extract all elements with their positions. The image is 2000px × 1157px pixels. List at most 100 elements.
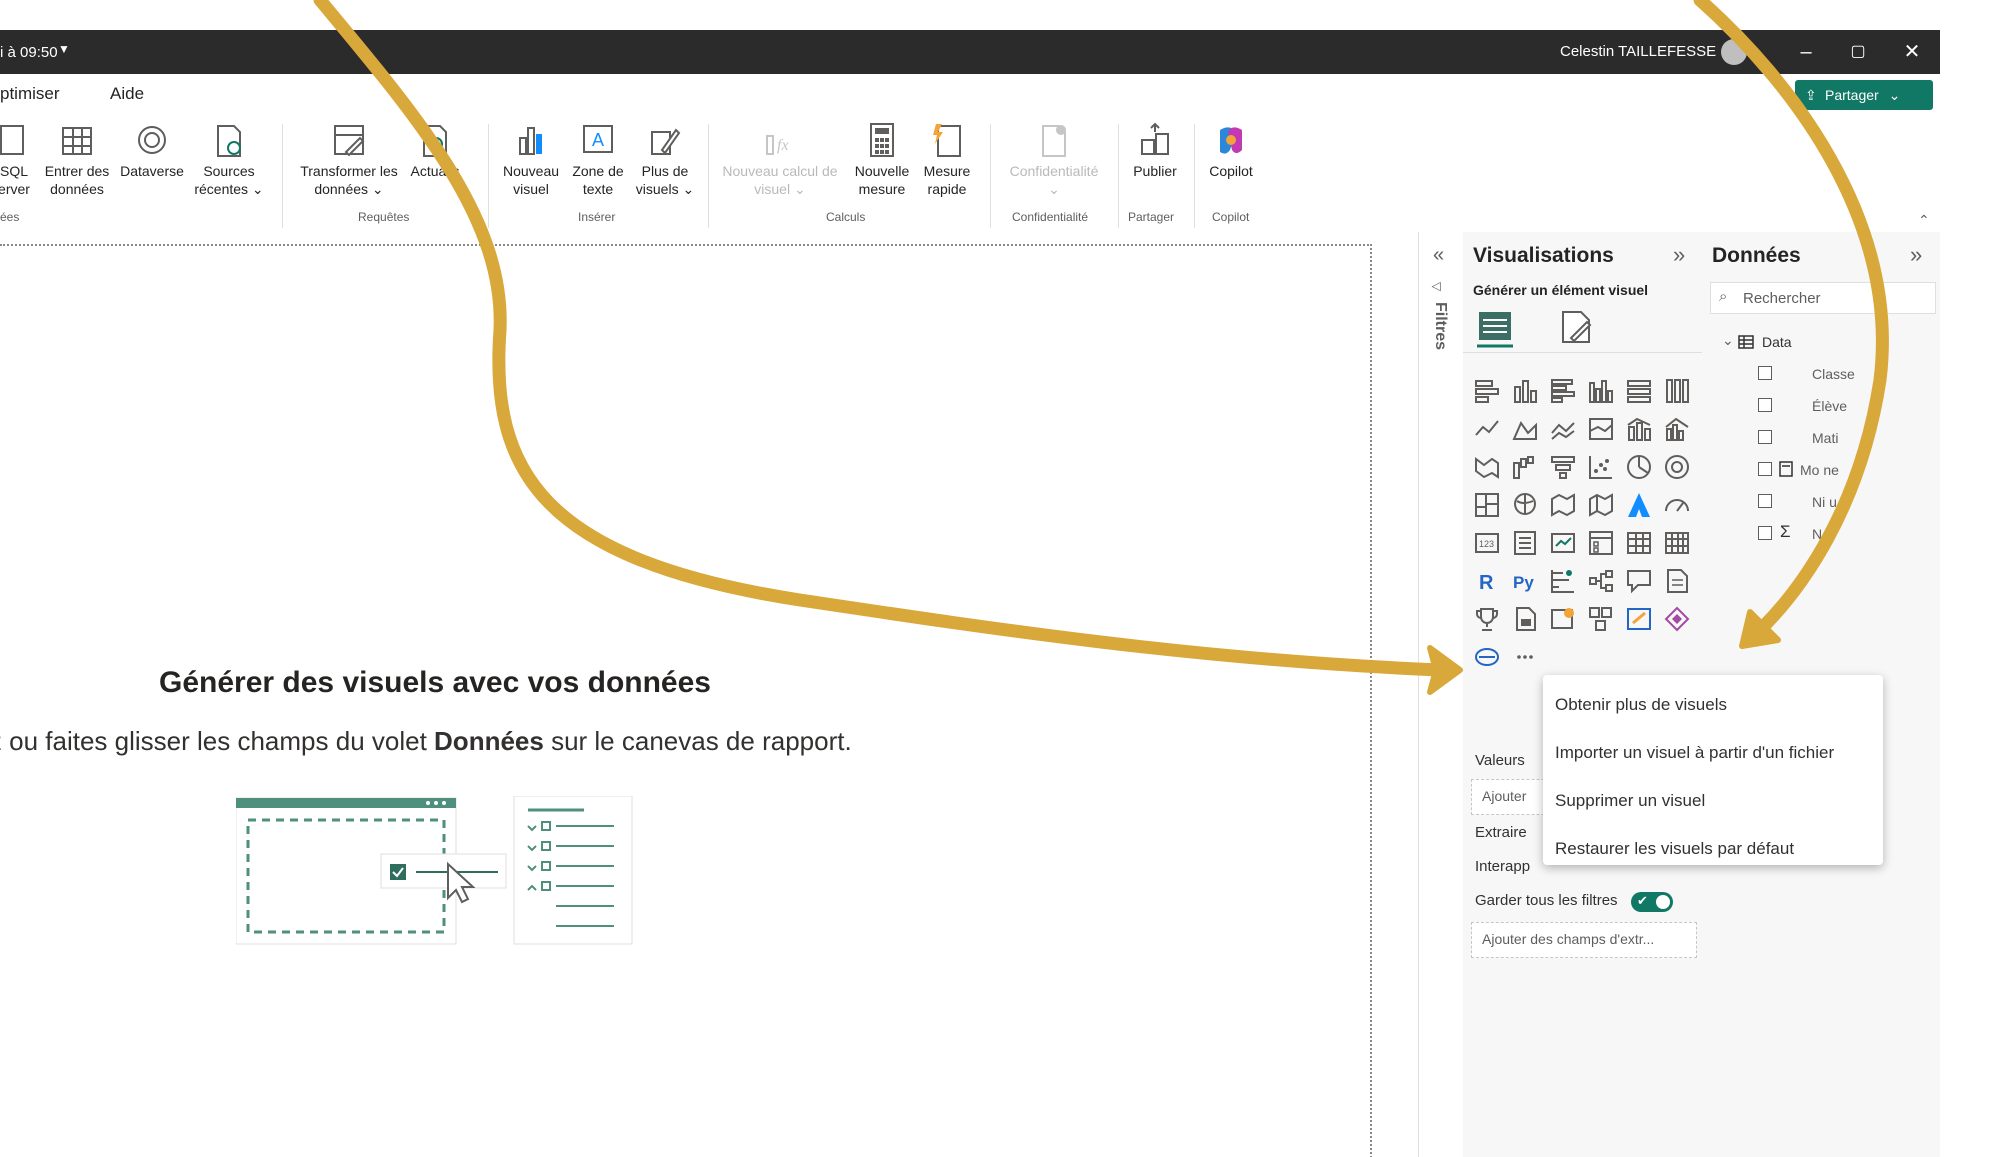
filters-pane-collapsed[interactable]: « ▽ Filtres (1418, 232, 1465, 1157)
power-apps-icon[interactable] (1549, 605, 1577, 633)
ribbon-separator (488, 124, 489, 228)
azure-map-icon[interactable] (1625, 491, 1653, 519)
field-name[interactable]: N (1812, 526, 1822, 542)
field-name[interactable]: Mati (1812, 430, 1838, 446)
scatter-chart-icon[interactable] (1587, 453, 1615, 481)
line-stacked-column-chart-icon[interactable] (1625, 415, 1653, 443)
copilot-button[interactable]: Copilot (1200, 122, 1262, 180)
map-icon[interactable] (1511, 491, 1539, 519)
area-chart-icon[interactable] (1511, 415, 1539, 443)
menu-optimiser[interactable]: ptimiser (0, 84, 60, 104)
more-options-icon[interactable] (1511, 643, 1539, 671)
build-visual-tab[interactable] (1477, 308, 1513, 348)
table-visual-icon[interactable] (1625, 529, 1653, 557)
paginated-report-icon[interactable] (1511, 605, 1539, 633)
card-icon[interactable]: 123 (1473, 529, 1501, 557)
field-checkbox[interactable] (1758, 366, 1772, 380)
waterfall-chart-icon[interactable] (1511, 453, 1539, 481)
100-stacked-bar-chart-icon[interactable] (1625, 377, 1653, 405)
dataverse-button[interactable]: Dataverse (116, 122, 188, 180)
field-name[interactable]: Classe (1812, 366, 1855, 382)
qa-visual-icon[interactable] (1625, 567, 1653, 595)
shape-map-icon[interactable] (1587, 491, 1615, 519)
search-input[interactable]: ⌕ Rechercher (1710, 282, 1936, 314)
refresh-button[interactable]: Actualis (405, 122, 465, 180)
gauge-icon[interactable] (1663, 491, 1691, 519)
sql-server-button[interactable]: SQL erver (0, 122, 36, 198)
multi-row-card-icon[interactable] (1511, 529, 1539, 557)
remove-visual-item[interactable]: Supprimer un visuel (1555, 791, 1705, 811)
field-checkbox[interactable] (1758, 430, 1772, 444)
table-name[interactable]: Data (1762, 334, 1792, 350)
clustered-bar-chart-icon[interactable] (1549, 377, 1577, 405)
more-visuals-button[interactable]: Plus de visuels ⌄ (630, 122, 700, 198)
publish-button[interactable]: Publier (1124, 122, 1186, 180)
format-visual-tab[interactable] (1559, 308, 1595, 348)
report-page[interactable]: Générer des visuels avec vos données nez… (0, 244, 1372, 1157)
menu-aide[interactable]: Aide (110, 84, 144, 104)
narrative-visual-icon[interactable] (1625, 605, 1653, 633)
enter-data-button[interactable]: Entrer des données (40, 122, 114, 198)
slicer-icon[interactable] (1587, 529, 1615, 557)
stacked-bar-chart-icon[interactable] (1473, 377, 1501, 405)
r-script-visual-icon[interactable]: R (1473, 567, 1501, 595)
save-status[interactable]: i à 09:50 (0, 44, 58, 61)
decomposition-tree-icon[interactable] (1587, 567, 1615, 595)
text-box-button[interactable]: A Zone de texte (564, 122, 632, 198)
custom-visual-icon[interactable] (1473, 643, 1501, 671)
recent-sources-button[interactable]: Sources récentes ⌄ (188, 122, 270, 198)
matrix-icon[interactable] (1663, 529, 1691, 557)
share-button[interactable]: ⇪ Partager ⌄ (1795, 80, 1933, 110)
ribbon-chart-icon[interactable] (1473, 453, 1501, 481)
button-label: Copilot (1209, 163, 1253, 179)
field-name[interactable]: Mo ne (1800, 462, 1839, 478)
field-name[interactable]: Élève (1812, 398, 1847, 414)
clustered-column-chart-icon[interactable] (1587, 377, 1615, 405)
field-name[interactable]: Ni u (1812, 494, 1837, 510)
chevron-down-icon[interactable]: ⌄ (1722, 332, 1734, 349)
100-stacked-area-chart-icon[interactable] (1587, 415, 1615, 443)
line-clustered-column-chart-icon[interactable] (1663, 415, 1691, 443)
restore-default-visuals-item[interactable]: Restaurer les visuels par défaut (1555, 839, 1794, 859)
expand-filters-icon[interactable]: « (1433, 244, 1444, 267)
transform-data-button[interactable]: Transformer les données ⌄ (290, 122, 408, 198)
get-more-visuals-item[interactable]: Obtenir plus de visuels (1555, 695, 1727, 715)
stacked-area-chart-icon[interactable] (1549, 415, 1577, 443)
report-canvas[interactable]: Générer des visuels avec vos données nez… (0, 232, 1418, 1157)
python-visual-icon[interactable]: Py (1511, 567, 1539, 595)
field-checkbox[interactable] (1758, 526, 1772, 540)
filled-map-icon[interactable] (1549, 491, 1577, 519)
minimize-button[interactable]: – (1786, 38, 1826, 66)
new-measure-button[interactable]: Nouvelle mesure (848, 122, 916, 198)
user-name[interactable]: Celestin TAILLEFESSE (1560, 43, 1716, 60)
funnel-chart-icon[interactable] (1549, 453, 1577, 481)
button-label: Nouveau calcul de (722, 163, 838, 179)
collapse-ribbon-icon[interactable]: ⌃ (1918, 212, 1930, 229)
close-button[interactable]: ✕ (1892, 38, 1932, 66)
smart-narrative-icon[interactable] (1663, 567, 1691, 595)
new-visual-button[interactable]: Nouveau visuel (498, 122, 564, 198)
custom-visual-icon[interactable] (1663, 605, 1691, 633)
trophy-icon[interactable] (1473, 605, 1501, 633)
treemap-icon[interactable] (1473, 491, 1501, 519)
quick-measure-button[interactable]: Mesure rapide (916, 122, 978, 198)
restore-button[interactable]: ▢ (1838, 38, 1878, 66)
power-automate-icon[interactable] (1587, 605, 1615, 633)
field-checkbox[interactable] (1758, 398, 1772, 412)
pie-chart-icon[interactable] (1625, 453, 1653, 481)
100-stacked-column-chart-icon[interactable] (1663, 377, 1691, 405)
field-checkbox[interactable] (1758, 494, 1772, 508)
field-checkbox[interactable] (1758, 462, 1772, 476)
line-chart-icon[interactable] (1473, 415, 1501, 443)
import-visual-from-file-item[interactable]: Importer un visuel à partir d'un fichier (1555, 743, 1834, 763)
stacked-column-chart-icon[interactable] (1511, 377, 1539, 405)
donut-chart-icon[interactable] (1663, 453, 1691, 481)
collapse-pane-icon[interactable]: » (1673, 242, 1685, 268)
avatar[interactable] (1721, 39, 1747, 65)
drillthrough-well[interactable]: Ajouter des champs d'extr... (1471, 922, 1697, 958)
key-influencers-icon[interactable] (1549, 567, 1577, 595)
chevron-down-icon[interactable]: ▼ (58, 42, 70, 56)
collapse-data-pane-icon[interactable]: » (1910, 242, 1922, 268)
keep-filters-toggle[interactable]: ✔ (1631, 892, 1673, 912)
kpi-icon[interactable] (1549, 529, 1577, 557)
